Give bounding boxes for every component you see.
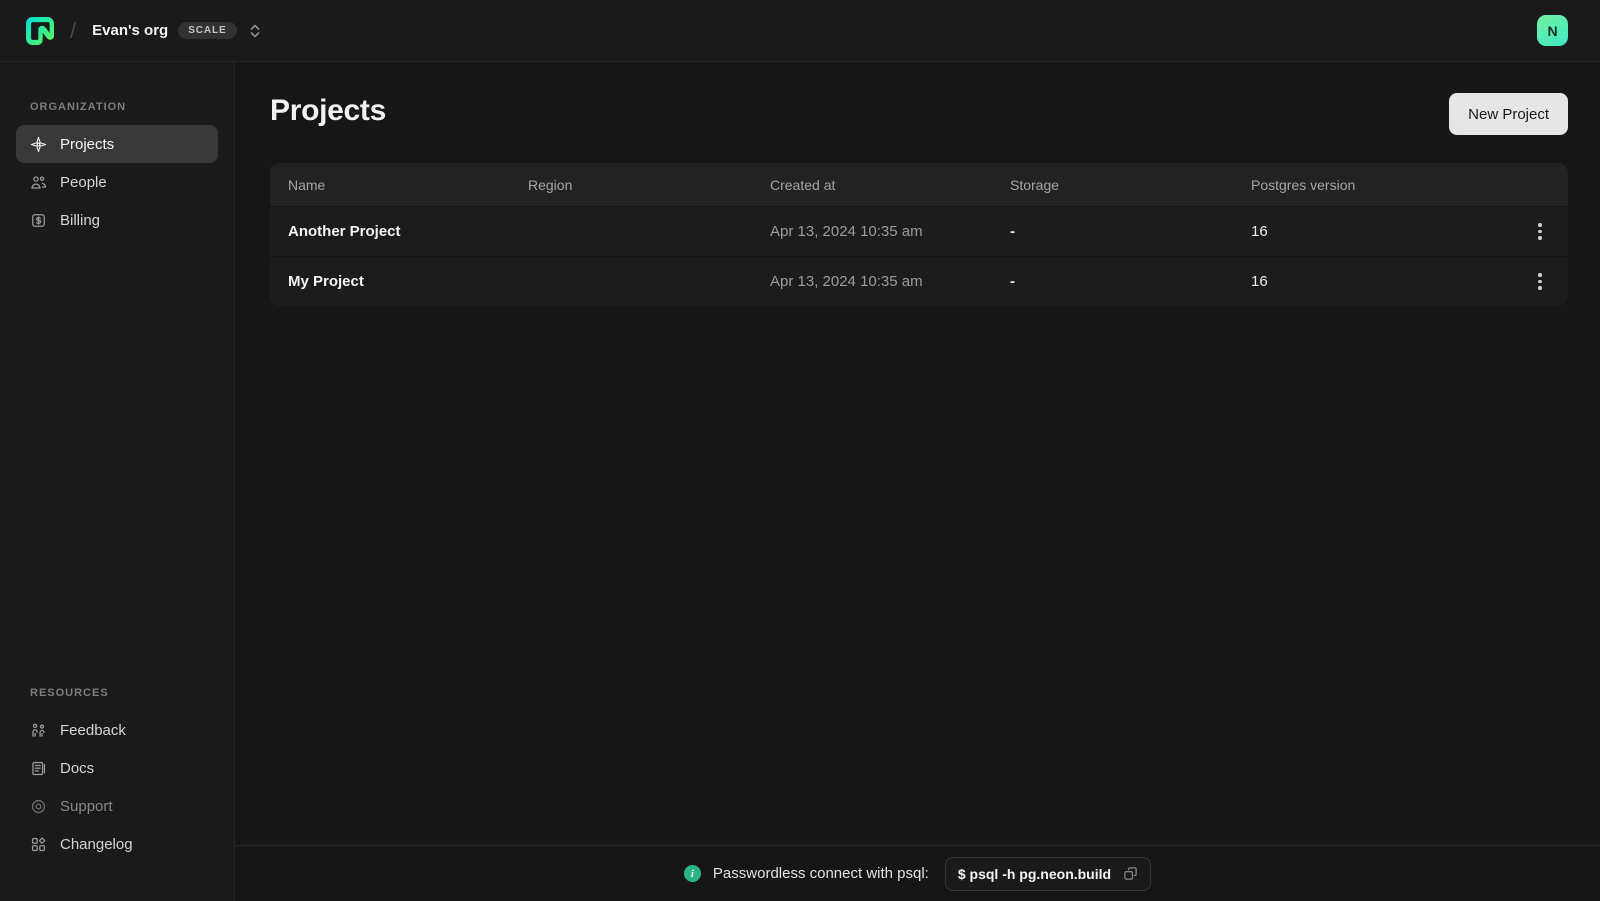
table-row[interactable]: Another Project Apr 13, 2024 10:35 am - … bbox=[270, 206, 1568, 256]
main-content: Projects New Project Name Region Created… bbox=[235, 62, 1600, 901]
sidebar-item-projects[interactable]: Projects bbox=[16, 125, 218, 163]
sidebar-item-label: Docs bbox=[60, 760, 94, 777]
column-header-name: Name bbox=[270, 177, 510, 193]
project-created-at: Apr 13, 2024 10:35 am bbox=[752, 273, 992, 290]
topbar: / Evan's org SCALE N bbox=[0, 0, 1600, 62]
people-icon bbox=[30, 174, 47, 191]
sidebar-item-billing[interactable]: Billing bbox=[16, 201, 218, 239]
projects-icon bbox=[30, 136, 47, 153]
section-label-organization: ORGANIZATION bbox=[30, 101, 218, 113]
column-header-postgres-version: Postgres version bbox=[1233, 177, 1512, 193]
new-project-button[interactable]: New Project bbox=[1449, 93, 1568, 135]
sidebar-item-docs[interactable]: Docs bbox=[16, 749, 218, 787]
sidebar-item-label: People bbox=[60, 174, 107, 191]
sidebar-section-resources: RESOURCES Feedback bbox=[16, 687, 218, 863]
chevrons-up-down-icon bbox=[249, 23, 261, 39]
psql-command-box[interactable]: $ psql -h pg.neon.build bbox=[945, 857, 1151, 891]
info-icon: i bbox=[684, 865, 701, 882]
sidebar-item-label: Support bbox=[60, 798, 113, 815]
plan-badge: SCALE bbox=[178, 22, 236, 39]
psql-hint-text: Passwordless connect with psql: bbox=[713, 865, 929, 882]
sidebar-item-feedback[interactable]: Feedback bbox=[16, 711, 218, 749]
page-title: Projects bbox=[270, 93, 386, 129]
sidebar-item-label: Changelog bbox=[60, 836, 133, 853]
project-created-at: Apr 13, 2024 10:35 am bbox=[752, 223, 992, 240]
kebab-menu-icon[interactable] bbox=[1512, 257, 1568, 306]
sidebar-item-label: Projects bbox=[60, 136, 114, 153]
copy-icon[interactable] bbox=[1123, 866, 1138, 881]
support-icon bbox=[30, 798, 47, 815]
table-row[interactable]: My Project Apr 13, 2024 10:35 am - 16 bbox=[270, 256, 1568, 306]
docs-icon bbox=[30, 760, 47, 777]
neon-console: { "topbar": { "logo": "neon-logo", "divi… bbox=[0, 0, 1600, 901]
changelog-icon bbox=[30, 836, 47, 853]
billing-icon bbox=[30, 212, 47, 229]
org-switcher[interactable]: Evan's org SCALE bbox=[92, 22, 261, 39]
project-postgres-version: 16 bbox=[1233, 273, 1512, 290]
column-header-storage: Storage bbox=[992, 177, 1233, 193]
project-postgres-version: 16 bbox=[1233, 223, 1512, 240]
project-name: My Project bbox=[270, 273, 510, 290]
sidebar: ORGANIZATION Projects bbox=[0, 62, 235, 901]
kebab-menu-icon[interactable] bbox=[1512, 207, 1568, 256]
project-storage: - bbox=[992, 273, 1233, 290]
psql-command: $ psql -h pg.neon.build bbox=[958, 866, 1111, 882]
sidebar-item-label: Billing bbox=[60, 212, 100, 229]
column-header-created-at: Created at bbox=[752, 177, 992, 193]
user-avatar[interactable]: N bbox=[1537, 15, 1568, 46]
feedback-icon bbox=[30, 722, 47, 739]
shell: ORGANIZATION Projects bbox=[0, 62, 1600, 901]
sidebar-item-changelog[interactable]: Changelog bbox=[16, 825, 218, 863]
section-label-resources: RESOURCES bbox=[30, 687, 218, 699]
sidebar-item-support[interactable]: Support bbox=[16, 787, 218, 825]
table-header-row: Name Region Created at Storage Postgres … bbox=[270, 163, 1568, 206]
sidebar-item-label: Feedback bbox=[60, 722, 126, 739]
neon-logo[interactable] bbox=[26, 17, 54, 45]
org-name: Evan's org bbox=[92, 22, 168, 39]
project-name: Another Project bbox=[270, 223, 510, 240]
projects-table: Name Region Created at Storage Postgres … bbox=[270, 163, 1568, 306]
column-header-region: Region bbox=[510, 177, 752, 193]
project-storage: - bbox=[992, 223, 1233, 240]
neon-logo-icon bbox=[26, 17, 54, 45]
main-header: Projects New Project bbox=[270, 93, 1568, 135]
footer-psql-hint: i Passwordless connect with psql: $ psql… bbox=[235, 845, 1600, 901]
sidebar-section-organization: ORGANIZATION Projects bbox=[16, 62, 218, 239]
sidebar-item-people[interactable]: People bbox=[16, 163, 218, 201]
breadcrumb-slash: / bbox=[70, 18, 76, 44]
